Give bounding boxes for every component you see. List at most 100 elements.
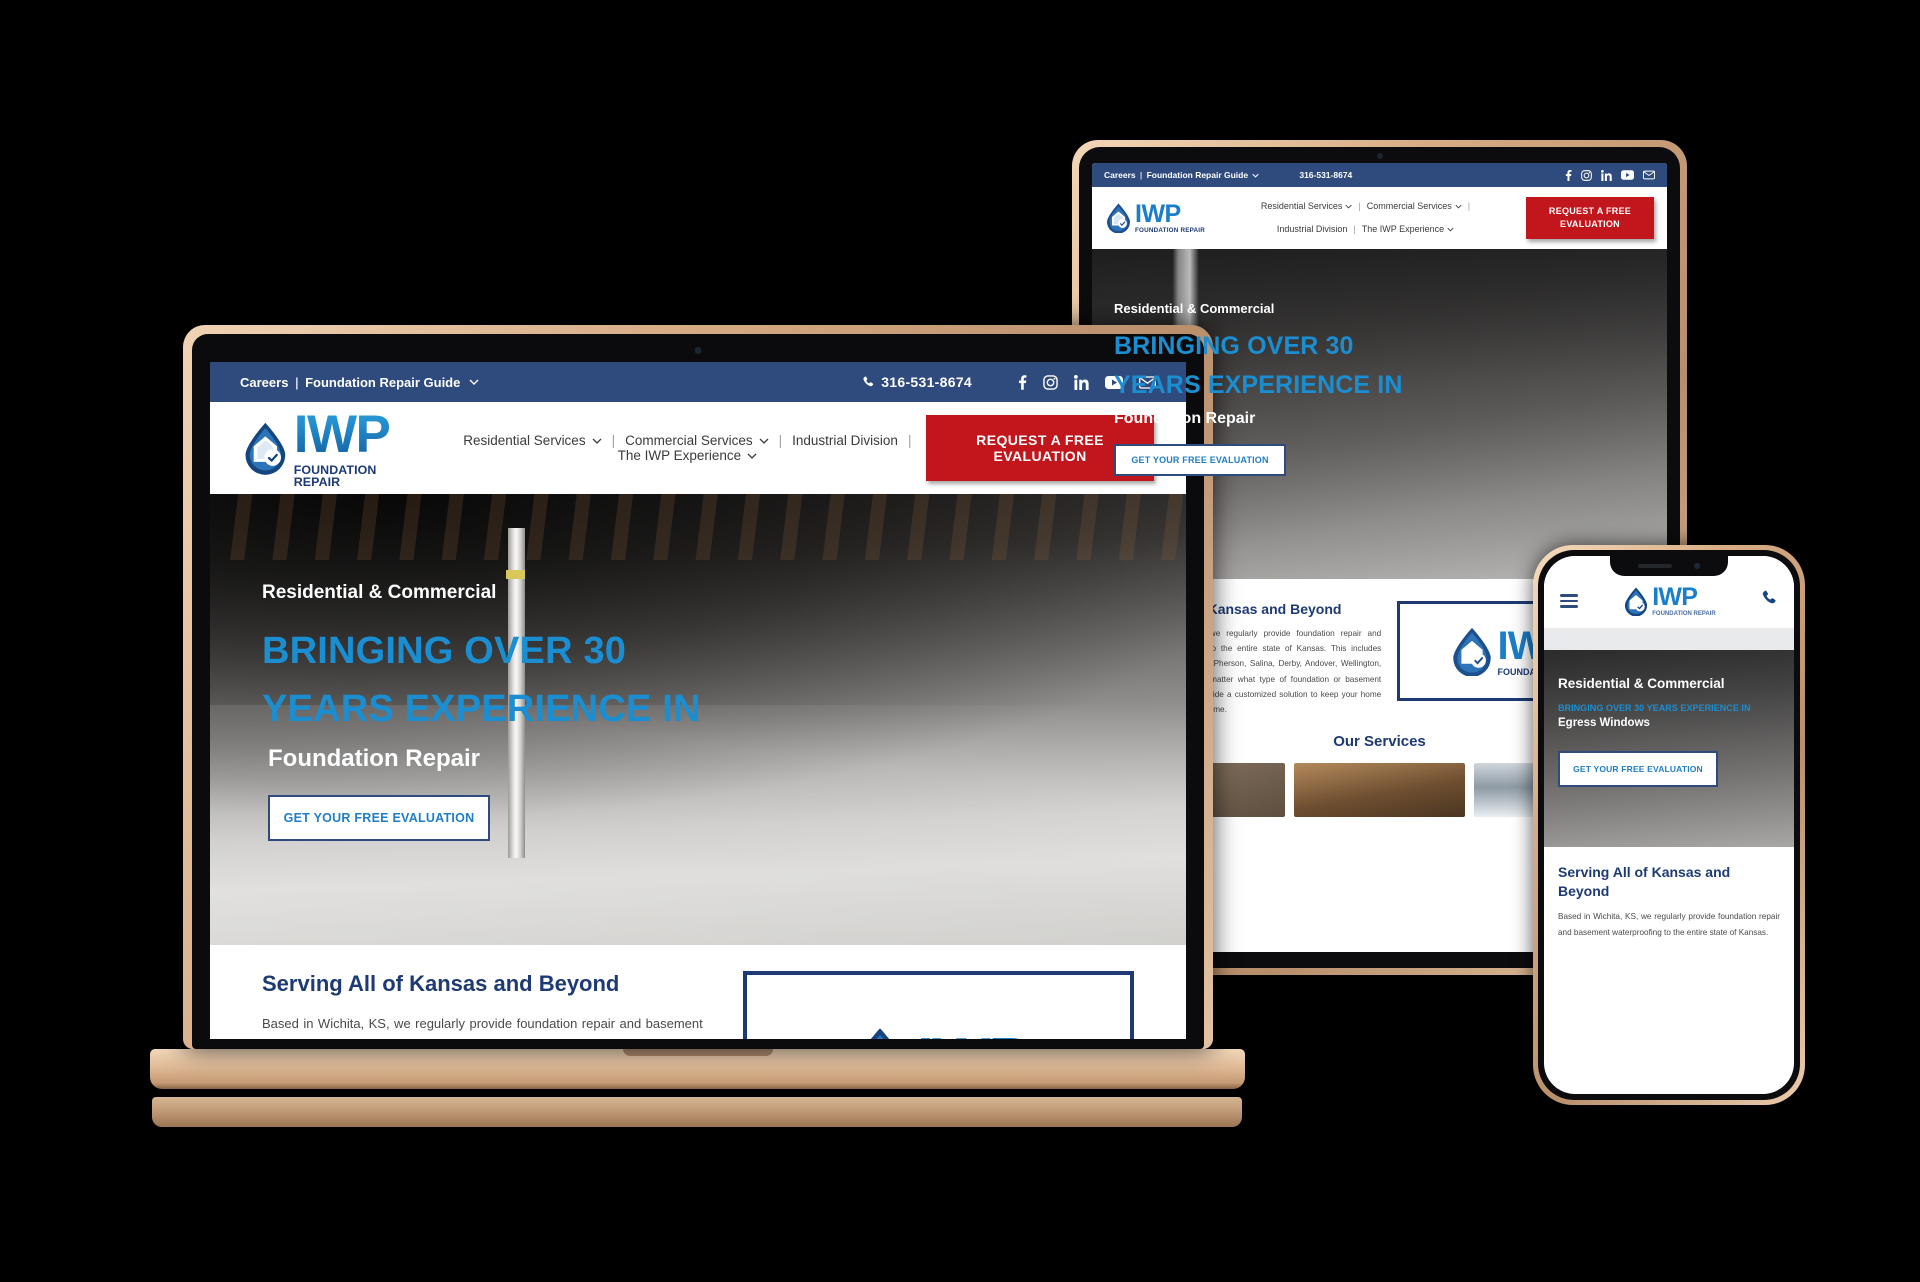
phone-hero-headline: BRINGING OVER 30 YEARS EXPERIENCE IN (1558, 703, 1751, 713)
chevron-down-icon (1447, 227, 1454, 232)
tablet-hero-subject: Foundation Repair (1114, 409, 1256, 427)
laptop-serving-section: Serving All of Kansas and Beyond Based i… (210, 945, 1186, 1039)
chevron-down-icon (1455, 205, 1462, 209)
laptop-navbar: IWP FOUNDATION REPAIR Residential Servic… (210, 402, 1186, 494)
laptop-hero-headline-1: BRINGING OVER 30 (262, 630, 627, 672)
tablet-get-evaluation-button[interactable]: GET YOUR FREE EVALUATION (1114, 443, 1286, 476)
tablet-social-links (1565, 169, 1655, 181)
careers-link[interactable]: Careers (240, 375, 288, 390)
iwp-droplet-house-icon (1107, 203, 1130, 233)
phone-hero-content: Residential & Commercial BRINGING OVER 3… (1544, 650, 1794, 788)
service-card[interactable] (1294, 763, 1465, 818)
laptop-logo[interactable]: IWP FOUNDATION REPAIR (242, 408, 401, 489)
phone-serving-section: Serving All of Kansas and Beyond Based i… (1544, 847, 1794, 942)
phone-logo[interactable]: IWP FOUNDATION REPAIR (1623, 583, 1716, 617)
nav-item-industrial-division[interactable]: Industrial Division (1277, 221, 1348, 238)
tablet-hero-headline-2: YEARS EXPERIENCE IN (1114, 370, 1403, 399)
iwp-droplet-house-icon (1625, 587, 1648, 616)
linkedin-icon[interactable] (1601, 169, 1612, 181)
laptop-hero-subject: Foundation Repair (268, 745, 480, 773)
laptop-lid: Careers | Foundation Repair Guide 316-53… (183, 325, 1213, 1049)
nav-item-residential-services[interactable]: Residential Services (1261, 198, 1353, 215)
laptop-camera-icon (694, 347, 702, 354)
phone-speaker-icon (1638, 564, 1672, 568)
foundation-repair-guide-link[interactable]: Foundation Repair Guide (1147, 170, 1249, 180)
topbar-separator: | (294, 374, 299, 390)
nav-item-commercial-services[interactable]: Commercial Services (625, 433, 769, 448)
laptop-nav-links: Residential Services | Commercial Servic… (449, 433, 927, 463)
phone-bezel: IWP FOUNDATION REPAIR Residential & Comm… (1538, 550, 1800, 1100)
phone-call-icon[interactable] (1761, 590, 1778, 612)
careers-link[interactable]: Careers (1104, 170, 1136, 180)
nav-item-residential-services[interactable]: Residential Services (463, 433, 602, 448)
phone-logo-wordmark: IWP (1652, 583, 1698, 611)
laptop-hero-content: Residential & Commercial BRINGING OVER 3… (210, 494, 1186, 842)
foundation-repair-guide-link[interactable]: Foundation Repair Guide (305, 375, 460, 390)
phone-notch (1610, 556, 1728, 576)
hamburger-menu-icon[interactable] (1560, 594, 1578, 608)
laptop-get-evaluation-button[interactable]: GET YOUR FREE EVALUATION (268, 795, 490, 842)
tablet-hero-headline-1: BRINGING OVER 30 (1114, 332, 1354, 360)
cta-line-1: REQUEST A FREE (1548, 205, 1632, 216)
phone-hero-subject: Egress Windows (1558, 717, 1650, 730)
nav-item-the-iwp-experience[interactable]: The IWP Experience (1362, 221, 1454, 238)
tablet-nav-links: Residential Services | Commercial Servic… (1240, 198, 1490, 237)
nav-separator: | (1467, 201, 1471, 212)
chevron-down-icon (759, 438, 769, 444)
instagram-icon[interactable] (1043, 374, 1058, 390)
laptop-topbar-left: Careers | Foundation Repair Guide (240, 375, 479, 390)
mockup-stage: Careers | Foundation Repair Guide 316-53… (0, 0, 1920, 1282)
phone-camera-icon (1694, 563, 1700, 569)
tablet-phone-number[interactable]: 316-531-8674 (1299, 170, 1352, 180)
phone-divider (1544, 628, 1794, 650)
nav-item-industrial-division[interactable]: Industrial Division (792, 433, 898, 448)
phone-number-text: 316-531-8674 (1299, 170, 1353, 180)
laptop-hero: Residential & Commercial BRINGING OVER 3… (210, 494, 1186, 945)
phone-hero: Residential & Commercial BRINGING OVER 3… (1544, 650, 1794, 847)
email-icon[interactable] (1643, 170, 1655, 180)
nav-item-commercial-services[interactable]: Commercial Services (1367, 198, 1462, 215)
laptop-device: Careers | Foundation Repair Guide 316-53… (150, 325, 1245, 1127)
cta-line-2: EVALUATION (1560, 219, 1620, 229)
nav-item-the-iwp-experience[interactable]: The IWP Experience (618, 448, 758, 463)
nav-separator: | (907, 433, 912, 448)
facebook-icon[interactable] (1018, 374, 1027, 390)
tablet-logo[interactable]: IWP FOUNDATION REPAIR (1105, 199, 1205, 234)
facebook-icon[interactable] (1565, 169, 1572, 181)
youtube-icon[interactable] (1621, 170, 1634, 180)
phone-logo-tagline: FOUNDATION REPAIR (1652, 611, 1716, 617)
chevron-down-icon[interactable] (469, 379, 479, 385)
laptop-topbar: Careers | Foundation Repair Guide 316-53… (210, 362, 1186, 402)
laptop-bezel: Careers | Foundation Repair Guide 316-53… (192, 334, 1204, 1049)
topbar-separator: | (1139, 170, 1143, 180)
tablet-topbar: Careers | Foundation Repair Guide 316-53… (1092, 163, 1667, 187)
instagram-icon[interactable] (1581, 169, 1592, 181)
laptop-kansas-map-plate: IWP (742, 971, 1134, 1039)
tablet-topbar-left: Careers | Foundation Repair Guide (1104, 170, 1259, 180)
tablet-hero-eyebrow: Residential & Commercial (1114, 301, 1275, 316)
tablet-request-evaluation-button[interactable]: REQUEST A FREE EVALUATION (1525, 196, 1654, 240)
chevron-down-icon (1345, 205, 1353, 209)
nav-separator: | (611, 433, 616, 448)
laptop-serving-heading: Serving All of Kansas and Beyond (262, 971, 620, 996)
laptop-hero-headline-2: YEARS EXPERIENCE IN (262, 687, 701, 730)
laptop-hero-eyebrow: Residential & Commercial (262, 582, 497, 603)
phone-serving-body: Based in Wichita, KS, we regularly provi… (1558, 911, 1780, 938)
phone-serving-heading-line-2: Beyond (1558, 882, 1610, 899)
phone-frame: IWP FOUNDATION REPAIR Residential & Comm… (1533, 545, 1805, 1105)
linkedin-icon[interactable] (1074, 374, 1089, 390)
laptop-serving-body: Based in Wichita, KS, we regularly provi… (262, 1016, 703, 1031)
phone-hero-eyebrow: Residential & Commercial (1558, 676, 1725, 691)
tablet-navbar: IWP FOUNDATION REPAIR Residential Servic… (1092, 187, 1667, 249)
laptop-phone-number[interactable]: 316-531-8674 (862, 374, 972, 390)
phone-get-evaluation-button[interactable]: GET YOUR FREE EVALUATION (1558, 751, 1718, 788)
tablet-camera-icon (1376, 153, 1383, 159)
tablet-hero-content: Residential & Commercial BRINGING OVER 3… (1092, 249, 1667, 476)
tablet-logo-wordmark: IWP (1135, 199, 1181, 228)
chevron-down-icon[interactable] (1252, 173, 1259, 178)
laptop-map-logo: IWP (849, 1027, 1030, 1039)
iwp-droplet-house-icon (245, 422, 286, 475)
chevron-down-icon (747, 453, 757, 459)
laptop-base (150, 1049, 1245, 1089)
nav-separator: | (1358, 201, 1361, 212)
